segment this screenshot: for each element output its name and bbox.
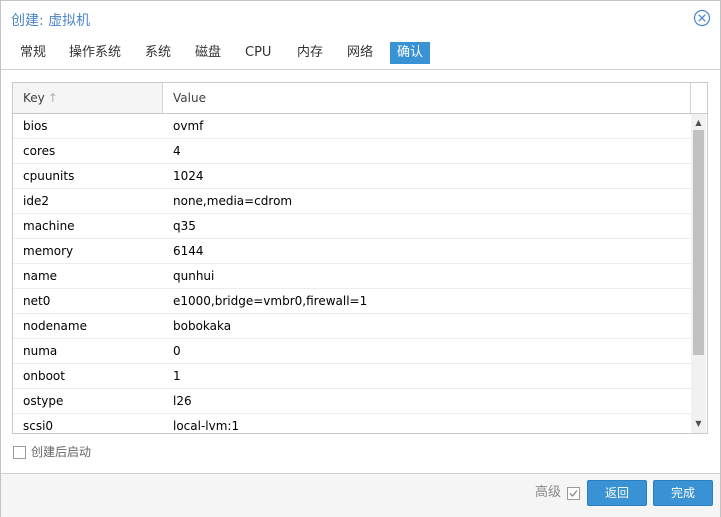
tab-system[interactable]: 系统 xyxy=(138,42,178,64)
tab-cpu[interactable]: CPU xyxy=(238,42,278,64)
vertical-scrollbar[interactable]: ▲ ▼ xyxy=(691,114,706,433)
grid-body: bios ovmf cores 4 cpuunits 1024 ide2 none,me… xyxy=(13,114,691,433)
sort-ascending-icon: ↑ xyxy=(47,91,58,105)
table-row[interactable]: scsi0 local-lvm:1 xyxy=(13,414,691,433)
row-value: l26 xyxy=(173,394,192,408)
column-value-label: Value xyxy=(173,91,206,105)
table-row[interactable]: net0 e1000,bridge=vmbr0,firewall=1 xyxy=(13,289,691,314)
row-value: ovmf xyxy=(173,119,204,133)
tab-os[interactable]: 操作系统 xyxy=(62,42,128,64)
table-row[interactable]: numa 0 xyxy=(13,339,691,364)
table-row[interactable]: ide2 none,media=cdrom xyxy=(13,189,691,214)
row-value: e1000,bridge=vmbr0,firewall=1 xyxy=(173,294,368,308)
row-value: q35 xyxy=(173,219,196,233)
row-value: 6144 xyxy=(173,244,204,258)
tab-confirm[interactable]: 确认 xyxy=(390,42,431,64)
table-row[interactable]: ostype l26 xyxy=(13,389,691,414)
tab-network[interactable]: 网络 xyxy=(340,42,380,64)
close-icon[interactable] xyxy=(693,9,711,27)
footer-toolbar: 高级 返回 完成 xyxy=(1,473,720,517)
row-key: numa xyxy=(23,344,58,358)
row-value: qunhui xyxy=(173,269,215,283)
row-key: cores xyxy=(23,144,56,158)
tab-general[interactable]: 常规 xyxy=(13,42,53,64)
scrollbar-thumb[interactable] xyxy=(693,130,704,355)
tab-disk[interactable]: 磁盘 xyxy=(188,42,228,64)
row-key: cpuunits xyxy=(23,169,75,183)
scroll-up-icon[interactable]: ▲ xyxy=(691,116,706,130)
dialog-title: 创建: 虚拟机 xyxy=(11,13,91,29)
row-key: machine xyxy=(23,219,75,233)
tab-bar: 常规 操作系统 系统 磁盘 CPU 内存 网络 确认 xyxy=(1,39,720,67)
table-row[interactable]: memory 6144 xyxy=(13,239,691,264)
column-key-label: Key xyxy=(23,91,45,105)
row-key: net0 xyxy=(23,294,51,308)
row-value: none,media=cdrom xyxy=(173,194,293,208)
row-key: name xyxy=(23,269,58,283)
create-vm-dialog: 创建: 虚拟机 常规 操作系统 系统 磁盘 CPU 内存 网络 确认 Key ↑ … xyxy=(0,0,721,517)
title-bar: 创建: 虚拟机 xyxy=(1,1,720,37)
table-row[interactable]: cores 4 xyxy=(13,139,691,164)
table-row[interactable]: machine q35 xyxy=(13,214,691,239)
summary-grid: Key ↑ Value bios ovmf cores 4 cpuunits 1024 … xyxy=(12,82,708,434)
column-header-value[interactable]: Value xyxy=(163,83,691,113)
row-value: 1024 xyxy=(173,169,204,183)
start-after-create-label: 创建后启动 xyxy=(31,445,92,459)
finish-button[interactable]: 完成 xyxy=(653,480,713,506)
row-value: 4 xyxy=(173,144,181,158)
column-header-key[interactable]: Key ↑ xyxy=(13,83,163,113)
row-key: onboot xyxy=(23,369,65,383)
row-key: memory xyxy=(23,244,74,258)
row-key: scsi0 xyxy=(23,419,54,433)
table-row[interactable]: name qunhui xyxy=(13,264,691,289)
tab-memory[interactable]: 内存 xyxy=(290,42,330,64)
advanced-checkbox[interactable] xyxy=(567,487,580,500)
back-button[interactable]: 返回 xyxy=(587,480,647,506)
row-value: bobokaka xyxy=(173,319,232,333)
table-row[interactable]: bios ovmf xyxy=(13,114,691,139)
row-value: 1 xyxy=(173,369,181,383)
scroll-down-icon[interactable]: ▼ xyxy=(691,417,706,431)
row-value: 0 xyxy=(173,344,181,358)
row-value: local-lvm:1 xyxy=(173,419,240,433)
row-key: ostype xyxy=(23,394,64,408)
grid-header: Key ↑ Value xyxy=(13,83,707,114)
confirm-panel: Key ↑ Value bios ovmf cores 4 cpuunits 1024 … xyxy=(1,69,720,473)
table-row[interactable]: onboot 1 xyxy=(13,364,691,389)
row-key: ide2 xyxy=(23,194,49,208)
checkmark-icon xyxy=(569,490,578,497)
start-after-create-checkbox[interactable] xyxy=(13,446,26,459)
advanced-label: 高级 xyxy=(535,485,562,500)
table-row[interactable]: nodename bobokaka xyxy=(13,314,691,339)
table-row[interactable]: cpuunits 1024 xyxy=(13,164,691,189)
row-key: bios xyxy=(23,119,48,133)
row-key: nodename xyxy=(23,319,87,333)
